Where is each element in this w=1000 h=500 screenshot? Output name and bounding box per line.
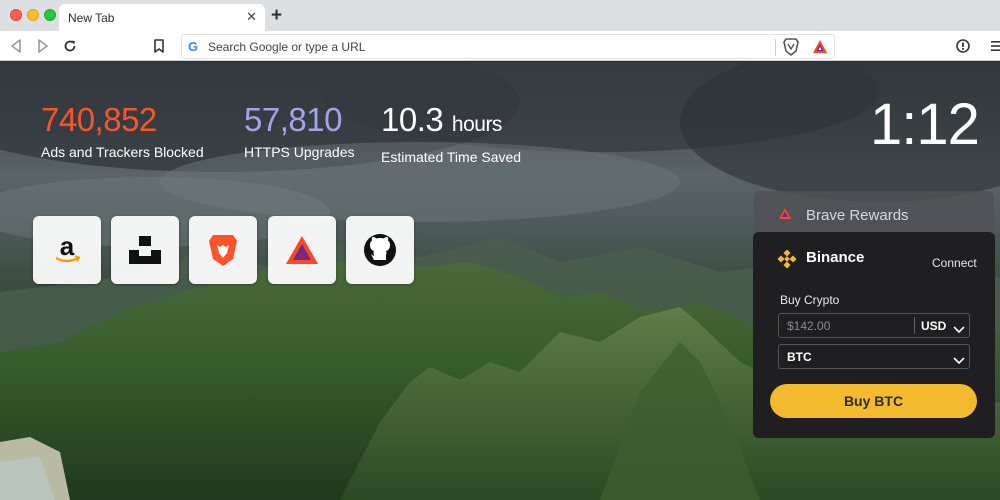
unsplash-icon [129,236,161,264]
close-window-button[interactable] [10,9,22,21]
svg-text:a: a [60,233,75,261]
top-site-brave[interactable] [189,216,257,284]
stat-time-saved-label: Estimated Time Saved [381,149,522,165]
crypto-asset-select[interactable]: BTC [778,344,970,369]
stat-https-upgrades: 57,810 HTTPS Upgrades [244,100,354,160]
close-tab-icon[interactable]: ✕ [246,9,257,25]
hamburger-menu-icon[interactable] [988,37,1000,55]
bat-triangle-icon [286,236,318,264]
chevron-down-icon[interactable] [953,321,965,339]
fiat-amount-placeholder: $142.00 [787,319,831,333]
fiat-amount-input[interactable]: $142.00 USD [778,313,970,338]
brave-shields-icon[interactable] [783,38,799,61]
stat-https-upgrades-label: HTTPS Upgrades [244,144,355,160]
clock: 1:12 [870,92,980,157]
top-site-bat[interactable] [268,216,336,284]
stat-ads-blocked-value: 740,852 [41,101,157,138]
amount-divider [914,317,915,334]
tab-new-tab[interactable]: New Tab ✕ [59,4,265,31]
chevron-down-icon[interactable] [953,352,965,370]
address-bar[interactable]: G Search Google or type a URL [181,34,835,59]
fiat-currency-select[interactable]: USD [921,319,946,333]
stat-time-saved-unit: hours [451,113,503,136]
buy-btc-button[interactable]: Buy BTC [770,384,977,418]
stat-ads-blocked-label: Ads and Trackers Blocked [41,144,204,160]
top-site-amazon[interactable]: a [33,216,101,284]
minimize-window-button[interactable] [27,9,39,21]
reload-icon[interactable] [61,37,79,55]
crypto-asset-value: BTC [787,350,812,364]
binance-logo-icon [777,249,797,274]
top-site-unsplash[interactable] [111,216,179,284]
stat-ads-blocked: 740,852 Ads and Trackers Blocked [41,100,204,160]
google-icon: G [188,39,199,54]
top-site-github[interactable] [346,216,414,284]
stat-time-saved-value-row: 10.3 hours [381,100,521,145]
stat-time-saved: 10.3 hours Estimated Time Saved [381,100,521,165]
bat-icon [778,207,792,225]
new-tab-button[interactable]: + [271,4,282,28]
binance-widget: Binance Connect Buy Crypto $142.00 USD B… [753,232,995,438]
zoom-window-button[interactable] [44,9,56,21]
tab-title: New Tab [68,11,115,25]
bookmark-icon[interactable] [150,37,168,55]
brave-lion-icon [209,235,237,266]
binance-title: Binance [806,249,865,266]
address-bar-divider [775,39,776,56]
tab-bar: New Tab ✕ + [0,0,1000,31]
stat-https-upgrades-value: 57,810 [244,101,342,138]
buy-crypto-label: Buy Crypto [780,293,840,307]
stat-time-saved-value: 10.3 [381,101,444,138]
github-icon [364,234,396,266]
binance-connect-link[interactable]: Connect [932,256,977,270]
brave-rewards-title: Brave Rewards [806,207,909,224]
amazon-icon: a [55,233,81,263]
address-bar-placeholder: Search Google or type a URL [208,40,366,54]
brave-rewards-icon[interactable] [812,39,828,60]
forward-icon[interactable] [34,37,52,55]
toolbar: G Search Google or type a URL [0,31,1000,61]
brave-menu-icon[interactable] [954,37,972,55]
back-icon[interactable] [7,37,25,55]
